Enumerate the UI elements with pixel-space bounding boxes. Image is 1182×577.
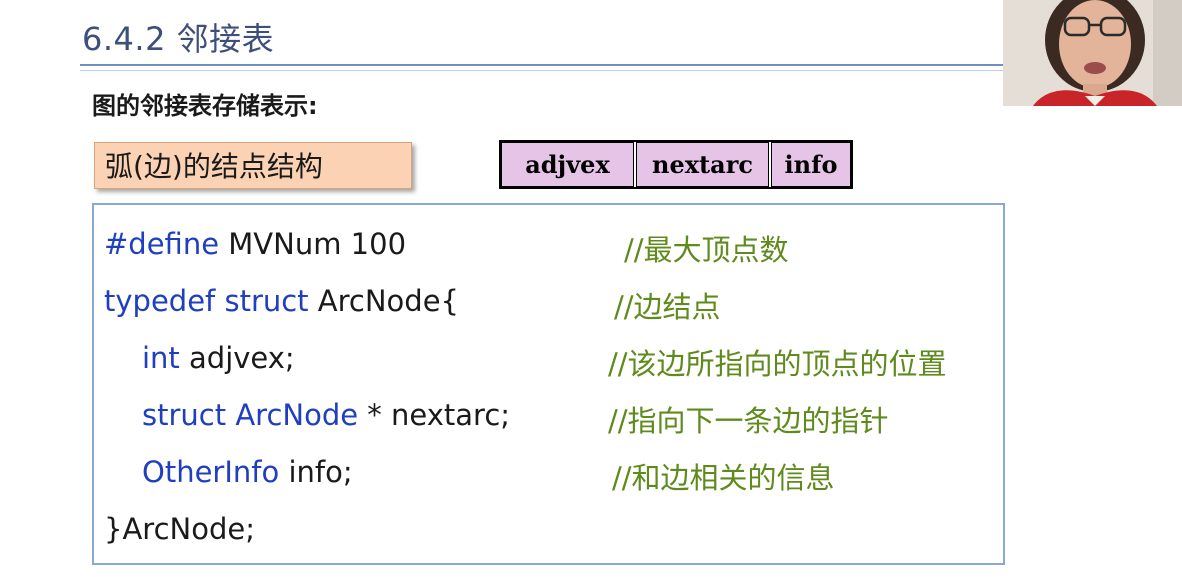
- code-keyword: typedef struct: [104, 284, 309, 318]
- code-line: struct ArcNode * nextarc;: [142, 398, 510, 432]
- code-keyword: #define: [104, 227, 220, 261]
- code-line: }ArcNode;: [104, 512, 255, 546]
- presenter-webcam-icon: [1003, 0, 1182, 106]
- code-comment: //和边相关的信息: [612, 461, 835, 495]
- code-text: adjvex;: [179, 341, 295, 375]
- arc-node-label: 弧(边)的结点结构: [94, 142, 412, 189]
- code-comment: //边结点: [614, 290, 721, 324]
- slide-subtitle: 图的邻接表存储表示:: [92, 92, 318, 120]
- code-keyword: int: [142, 341, 180, 375]
- code-text: MVNum 100: [219, 227, 407, 261]
- code-keyword: struct ArcNode: [142, 398, 359, 432]
- presenter-webcam: [1003, 0, 1182, 106]
- code-line: OtherInfo info;: [142, 455, 353, 489]
- arc-node-structure: adjvex nextarc info: [499, 140, 853, 189]
- slide: 6.4.2 邻接表 图的邻接表存储表示: 弧(边)的结点结构 adjvex ne…: [0, 0, 1182, 577]
- code-line: #define MVNum 100: [104, 227, 406, 261]
- field-adjvex: adjvex: [501, 142, 634, 187]
- code-comment: //指向下一条边的指针: [608, 404, 889, 438]
- title-divider-thin: [80, 70, 1004, 71]
- code-text: ArcNode{: [308, 284, 459, 318]
- code-line: typedef struct ArcNode{: [104, 284, 459, 318]
- code-text: info;: [279, 455, 353, 489]
- code-text: * nextarc;: [358, 398, 511, 432]
- code-comment: //最大顶点数: [624, 233, 789, 267]
- title-divider: [80, 64, 1004, 66]
- code-comment: //该边所指向的顶点的位置: [608, 347, 947, 381]
- field-info: info: [771, 142, 851, 187]
- code-line: int adjvex;: [142, 341, 295, 375]
- code-text: }ArcNode;: [104, 512, 255, 546]
- code-block: #define MVNum 100 //最大顶点数 typedef struct…: [92, 203, 1005, 565]
- code-keyword: OtherInfo: [142, 455, 280, 489]
- slide-title: 6.4.2 邻接表: [82, 20, 275, 58]
- field-nextarc: nextarc: [636, 142, 769, 187]
